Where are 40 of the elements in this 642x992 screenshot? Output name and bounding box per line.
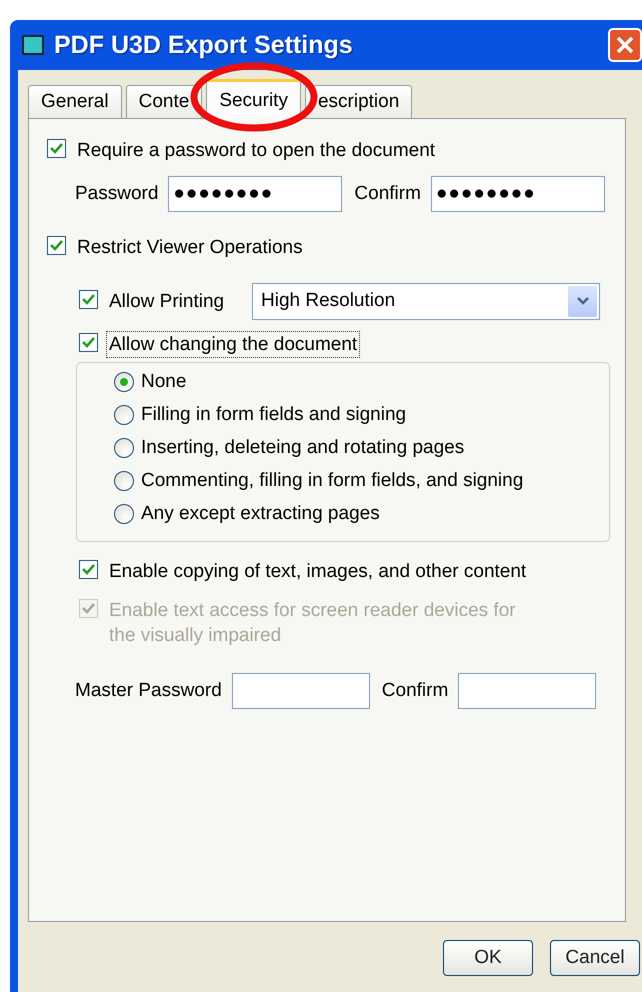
radio-label: Inserting, deleteing and rotating pages <box>141 436 464 458</box>
radio-label: Filling in form fields and signing <box>141 404 406 426</box>
password-field[interactable] <box>232 673 370 709</box>
checkbox-label: Enable copying of text, images, and other content <box>108 560 528 584</box>
checkbox-label: Require a password to open the document <box>76 139 436 163</box>
password-field[interactable] <box>458 673 596 709</box>
radio-button[interactable] <box>114 504 134 524</box>
field-label: Master Password <box>75 680 222 702</box>
checkbox-label: Allow Printing <box>108 290 226 314</box>
checkbox-label: Allow changing the document <box>106 331 360 358</box>
tab[interactable]: Conte <box>126 85 202 118</box>
radio-button[interactable] <box>114 372 134 392</box>
tab[interactable]: Security <box>206 79 301 119</box>
radio-label: None <box>141 370 186 392</box>
radio-button[interactable] <box>114 438 134 458</box>
field-label: Confirm <box>382 680 448 702</box>
close-icon <box>615 35 635 55</box>
field-label: Confirm <box>354 183 421 205</box>
checkbox[interactable] <box>47 139 66 158</box>
field-label: Password <box>75 183 158 205</box>
print-quality-dropdown[interactable]: High Resolution <box>252 282 600 320</box>
window-title: PDF U3D Export Settings <box>54 30 353 60</box>
password-field[interactable]: ●●●●●●●● <box>430 176 605 212</box>
password-field[interactable]: ●●●●●●●● <box>168 176 342 212</box>
checkbox[interactable] <box>79 290 98 308</box>
radio-label: Commenting, filling in form fields, and signing <box>141 470 524 492</box>
radio-label: Any except extracting pages <box>141 502 380 524</box>
checkbox-label: Enable text access for screen reader devices for the visually impaired <box>108 599 517 648</box>
dialog-button[interactable]: Cancel <box>550 940 640 976</box>
checkbox[interactable] <box>47 236 66 255</box>
tab[interactable]: General <box>28 85 122 118</box>
checkbox[interactable] <box>79 560 98 579</box>
checkbox-label: Restrict Viewer Operations <box>76 236 304 260</box>
radio-button[interactable] <box>114 404 134 424</box>
radio-button[interactable] <box>114 470 134 490</box>
close-button[interactable] <box>608 28 642 62</box>
app-icon <box>22 35 44 55</box>
checkbox[interactable] <box>79 333 98 352</box>
tab[interactable]: escription <box>304 85 412 118</box>
dialog-button[interactable]: OK <box>443 940 533 976</box>
